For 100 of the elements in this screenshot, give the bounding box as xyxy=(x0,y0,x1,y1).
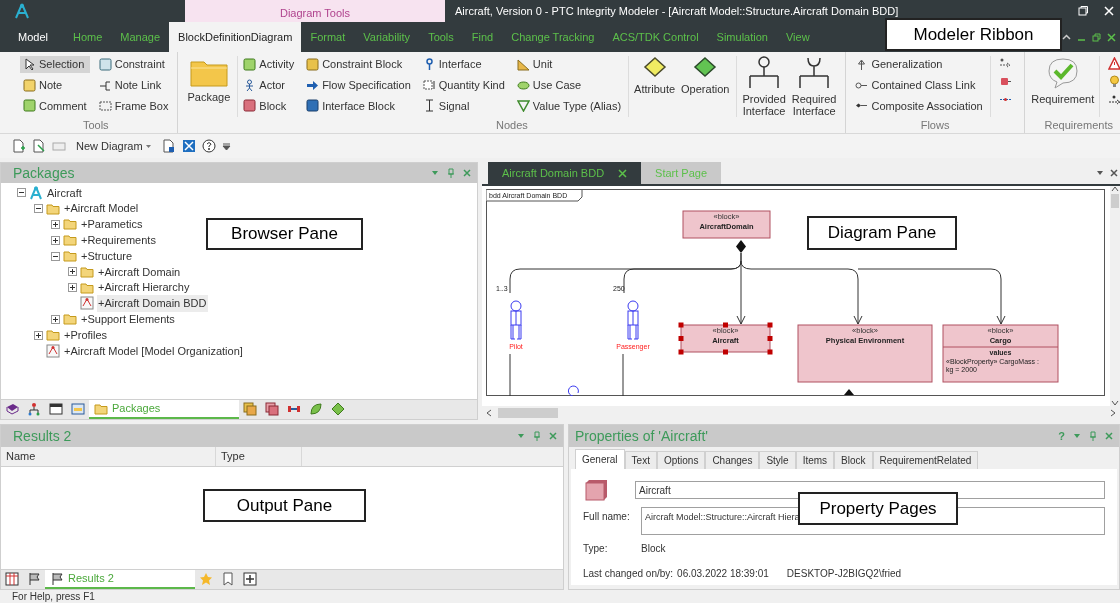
property-tab[interactable]: RequirementRelated xyxy=(872,451,979,469)
ribbon-button[interactable]: Constraint xyxy=(95,56,172,73)
expand-icon[interactable] xyxy=(51,235,60,245)
help-icon[interactable] xyxy=(201,139,216,153)
tree-item[interactable]: +Aircraft Model xyxy=(63,200,140,217)
property-tab[interactable]: Text xyxy=(624,451,657,469)
scroll-thumb[interactable] xyxy=(498,408,558,418)
ribbon-tab[interactable]: Find xyxy=(462,22,503,52)
ribbon-button[interactable]: Interface xyxy=(419,56,508,73)
collapse-icon[interactable] xyxy=(34,204,43,214)
collapse-icon[interactable] xyxy=(17,188,26,198)
tree-item[interactable]: +Aircraft Domain xyxy=(97,263,182,281)
property-tab[interactable]: Options xyxy=(656,451,706,469)
ribbon-tab[interactable]: ACS/TDK Control xyxy=(603,22,708,52)
expand-icon[interactable] xyxy=(68,267,77,277)
selection-handle[interactable] xyxy=(767,349,773,355)
ribbon-button[interactable]: Unit xyxy=(513,56,625,73)
ribbon-button[interactable]: Block xyxy=(240,97,298,115)
selection-handle[interactable] xyxy=(723,322,728,328)
block[interactable] xyxy=(682,210,771,239)
ribbon-button[interactable]: Required Interface xyxy=(788,56,840,117)
new-file-icon[interactable] xyxy=(12,139,26,153)
restore-icon[interactable] xyxy=(1078,6,1088,16)
selection-handle[interactable] xyxy=(678,336,684,341)
ribbon-button[interactable]: Actor xyxy=(240,76,298,94)
ribbon-tab[interactable]: View xyxy=(776,22,819,52)
close-icon[interactable] xyxy=(1110,169,1118,177)
document-tab[interactable]: Aircraft Domain BDD xyxy=(488,162,642,184)
block[interactable] xyxy=(942,324,1059,383)
tree-item[interactable]: +Aircraft Model [Model Organization] xyxy=(63,342,244,360)
selection-handle[interactable] xyxy=(767,322,773,328)
ribbon-button[interactable]: Provided Interface xyxy=(739,56,789,117)
tree-item[interactable]: +Parametics xyxy=(80,216,144,233)
file-icon[interactable] xyxy=(161,139,176,153)
scroll-up-icon[interactable] xyxy=(1111,186,1119,192)
ribbon-tab[interactable]: Format xyxy=(301,22,355,52)
customize-icon[interactable] xyxy=(221,141,231,151)
selection-handle[interactable] xyxy=(723,349,728,355)
selection-handle[interactable] xyxy=(678,349,684,355)
ribbon-tab[interactable]: Variability xyxy=(354,22,420,52)
ribbon-tab[interactable]: Tools xyxy=(419,22,463,52)
fit-icon[interactable] xyxy=(181,139,196,153)
ribbon-button[interactable]: Flow Specification xyxy=(303,76,414,94)
ribbon-button[interactable]: Note xyxy=(20,76,90,94)
warning-icon[interactable] xyxy=(1107,57,1120,70)
ribbon-button[interactable]: Constraint Block xyxy=(303,56,414,73)
property-tab[interactable]: Changes xyxy=(705,451,760,469)
ribbon-button[interactable]: Note Link xyxy=(95,76,172,94)
expand-icon[interactable] xyxy=(68,283,77,293)
ribbon-tab[interactable]: Home xyxy=(63,22,112,52)
ribbon-button[interactable]: Generalization xyxy=(852,56,986,73)
block[interactable] xyxy=(797,324,933,383)
ribbon-tab[interactable]: Change Tracking xyxy=(502,22,604,52)
ribbon-button[interactable]: Quantity Kind xyxy=(419,76,508,94)
expand-icon[interactable] xyxy=(34,330,43,340)
expand-icon[interactable] xyxy=(51,220,60,229)
ribbon-button[interactable]: Contained Class Link xyxy=(852,76,986,94)
ribbon-tab[interactable]: Simulation xyxy=(707,22,777,52)
ribbon-button[interactable]: Frame Box xyxy=(95,97,172,115)
ribbon-tab[interactable]: BlockDefinitionDiagram xyxy=(169,22,302,52)
scroll-right-icon[interactable] xyxy=(1110,409,1116,417)
ribbon-button[interactable]: Interface Block xyxy=(303,97,414,115)
property-tab[interactable]: Style xyxy=(759,451,796,469)
ribbon-tab[interactable]: Model xyxy=(12,22,64,52)
flow-port-icon[interactable] xyxy=(998,75,1012,88)
ribbon-button[interactable]: Package xyxy=(184,56,234,117)
ribbon-button[interactable]: Value Type (Alias) xyxy=(513,97,625,115)
vertical-scrollbar[interactable] xyxy=(1110,186,1120,406)
ribbon-button[interactable]: Composite Association xyxy=(852,97,986,115)
selection-handle[interactable] xyxy=(767,336,773,341)
close-icon[interactable] xyxy=(1107,32,1116,42)
ribbon-button[interactable]: Comment xyxy=(20,97,90,115)
ribbon-button[interactable]: Activity xyxy=(240,56,298,73)
lightbulb-icon[interactable] xyxy=(1107,75,1120,88)
file-icon[interactable] xyxy=(32,139,46,153)
ribbon-button[interactable]: Attribute xyxy=(631,56,679,117)
tree-item[interactable]: +Structure xyxy=(80,247,134,265)
scroll-down-icon[interactable] xyxy=(1111,400,1119,406)
scroll-left-icon[interactable] xyxy=(486,409,492,417)
arrow-icon[interactable] xyxy=(1107,93,1120,106)
block[interactable] xyxy=(680,324,771,353)
tree-item[interactable]: +Aircraft Domain BDD xyxy=(97,295,208,312)
ribbon-button[interactable]: Operation xyxy=(678,56,733,117)
collapse-icon[interactable] xyxy=(51,251,60,261)
property-tab[interactable]: Block xyxy=(834,451,873,469)
new-diagram-button[interactable]: New Diagram xyxy=(72,137,156,155)
collapse-ribbon-icon[interactable] xyxy=(1062,32,1071,42)
expand-icon[interactable] xyxy=(51,314,60,324)
column-header[interactable]: Type xyxy=(216,447,302,466)
ribbon-button[interactable]: Use Case xyxy=(513,76,625,94)
tree-item[interactable]: +Aircraft Hierarchy xyxy=(97,279,191,296)
scroll-thumb[interactable] xyxy=(1111,194,1119,208)
property-tab[interactable]: General xyxy=(575,449,625,469)
ribbon-button[interactable]: Signal xyxy=(419,97,508,115)
selection-handle[interactable] xyxy=(678,322,684,328)
ribbon-button[interactable]: Requirement xyxy=(1030,56,1095,117)
tree-item[interactable]: +Support Elements xyxy=(80,311,176,328)
dropdown-icon[interactable] xyxy=(1096,169,1104,177)
tree-item[interactable]: Aircraft xyxy=(46,184,83,202)
column-header[interactable]: Name xyxy=(1,447,216,466)
